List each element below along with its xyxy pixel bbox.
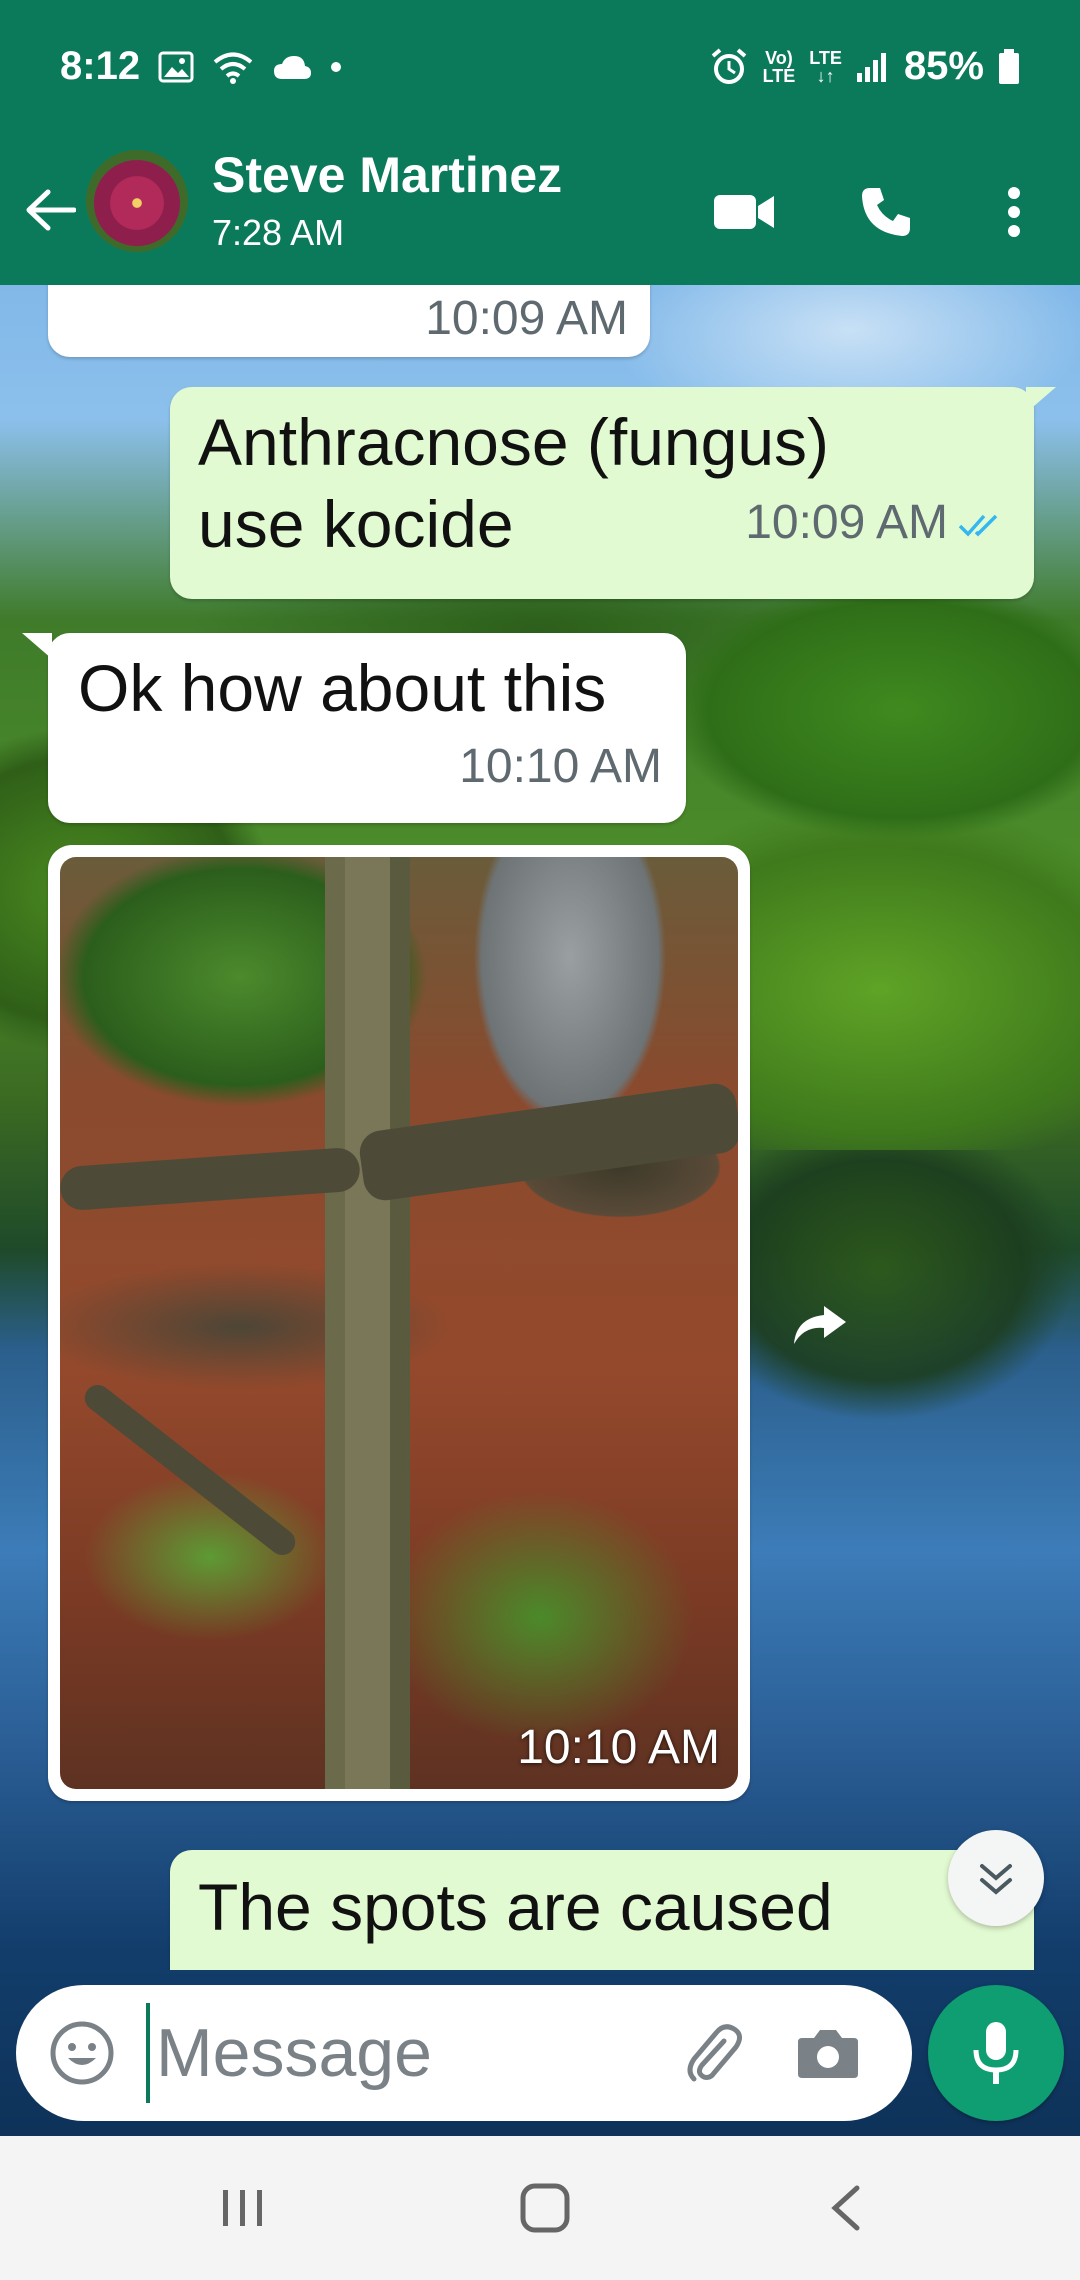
scroll-down-icon <box>980 1864 1012 1895</box>
signal-icon <box>856 52 886 82</box>
message-outgoing[interactable]: The spots are caused <box>170 1850 1034 1970</box>
phone-icon <box>862 188 910 236</box>
more-options-icon <box>1008 187 1020 237</box>
recents-icon <box>223 2190 262 2226</box>
lte-indicator: LTE ↓↑ <box>809 47 842 86</box>
message-time: 10:10 AM <box>459 740 662 793</box>
system-nav-bar <box>0 2136 1080 2280</box>
message-incoming[interactable]: Ok how about this 10:10 AM <box>22 633 686 823</box>
notification-dot-icon <box>331 61 342 72</box>
battery-percent: 85% <box>903 44 984 88</box>
message-time: 10:09 AM <box>745 496 948 549</box>
contact-avatar[interactable] <box>86 150 188 252</box>
plant-photo[interactable]: 10:10 AM <box>60 857 738 1789</box>
home-icon <box>520 2183 570 2233</box>
attach-button[interactable] <box>672 2011 756 2095</box>
forward-button[interactable] <box>780 1285 860 1365</box>
back-arrow-icon <box>26 189 76 231</box>
image-time: 10:10 AM <box>517 1721 720 1774</box>
home-button[interactable] <box>500 2172 590 2244</box>
message-list[interactable]: 10:09 AM Anthracnose (fungus) use kocide… <box>0 285 1080 1970</box>
status-time: 8:12 <box>60 44 141 88</box>
battery-icon <box>999 48 1019 84</box>
wifi-icon <box>213 52 253 84</box>
bubble-tail <box>1026 387 1056 413</box>
video-call-button[interactable] <box>704 172 784 252</box>
volte-indicator: Vo) LTE <box>762 47 796 86</box>
message-text: Ok how about this <box>78 651 607 725</box>
message-meta: 10:09 AM <box>745 495 1006 550</box>
read-receipt-icon <box>958 515 998 537</box>
camera-icon <box>798 2030 858 2078</box>
voice-message-button[interactable] <box>928 1985 1064 2121</box>
voice-call-button[interactable] <box>846 172 926 252</box>
message-text: The spots are caused <box>198 1870 833 1944</box>
photo-branch <box>79 1379 301 1561</box>
bubble-tail <box>22 633 52 659</box>
back-nav-icon <box>831 2185 860 2231</box>
forward-icon <box>794 1306 846 1344</box>
gallery-notification-icon <box>158 51 194 82</box>
recents-button[interactable] <box>198 2172 288 2244</box>
attach-icon <box>687 2024 742 2082</box>
scroll-to-bottom-button[interactable] <box>948 1830 1044 1926</box>
photo-branch <box>356 1080 738 1204</box>
back-button[interactable] <box>18 178 82 242</box>
contact-name[interactable]: Steve Martinez <box>212 146 562 204</box>
message-input[interactable] <box>146 2003 666 2103</box>
emoji-button[interactable] <box>42 2013 122 2093</box>
last-seen: 7:28 AM <box>212 212 345 253</box>
image-message[interactable]: 10:10 AM <box>48 845 750 1801</box>
more-options-button[interactable] <box>974 172 1054 252</box>
emoji-icon <box>50 2021 114 2085</box>
photo-branch <box>60 1146 362 1212</box>
nav-back-button[interactable] <box>800 2172 890 2244</box>
cloud-icon <box>274 55 312 79</box>
video-call-icon <box>714 195 774 229</box>
message-time: 10:09 AM <box>425 292 628 345</box>
mic-icon <box>973 2022 1019 2084</box>
chat-header: Steve Martinez 7:28 AM <box>0 140 1080 285</box>
status-bar: 8:12 Vo) LTE LTE ↓↑ 85% <box>0 0 1080 140</box>
alarm-icon <box>711 47 746 84</box>
camera-button[interactable] <box>786 2011 870 2095</box>
message-outgoing[interactable]: Anthracnose (fungus) use kocide 10:09 AM <box>170 387 1056 599</box>
message-composer <box>16 1985 912 2121</box>
message-incoming[interactable]: 10:09 AM <box>48 285 650 357</box>
